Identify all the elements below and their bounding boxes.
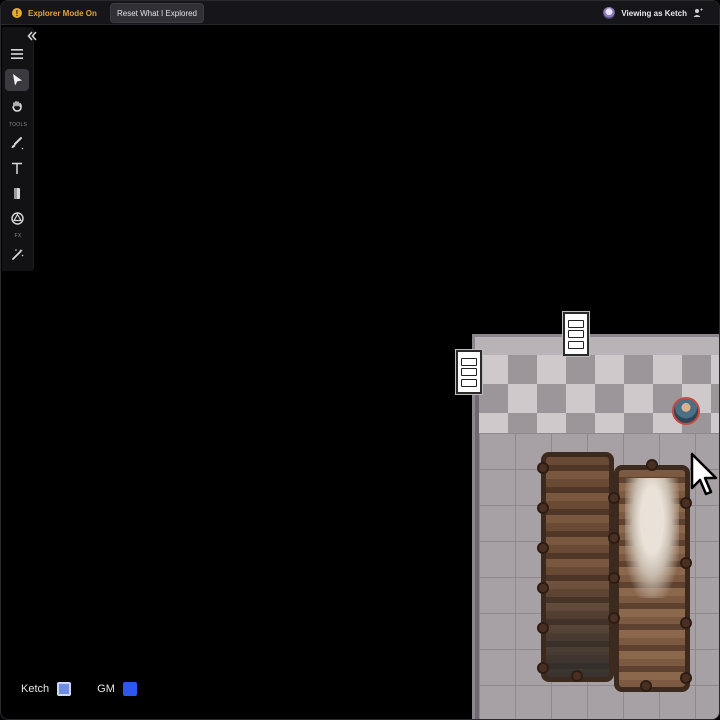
rope-post — [608, 612, 620, 624]
rope-post — [646, 459, 658, 471]
collapse-toolbar-icon[interactable] — [27, 31, 37, 41]
menu-icon — [11, 49, 23, 59]
pan-hand-icon — [12, 101, 22, 112]
legend-label-gm: GM — [97, 683, 115, 695]
explorer-mode-indicator: ! Explorer Mode On — [12, 7, 97, 19]
fx-tool-button[interactable] — [5, 243, 29, 265]
switch-user-icon[interactable] — [693, 8, 703, 18]
rope-post — [537, 622, 549, 634]
reset-explored-button[interactable]: Reset What I Explored — [110, 3, 204, 23]
fog-tool-button[interactable] — [5, 182, 29, 204]
door-marker[interactable] — [455, 349, 483, 395]
magic-wand-icon — [11, 248, 23, 260]
rope-post — [680, 617, 692, 629]
player-token[interactable] — [672, 397, 700, 425]
battle-map[interactable] — [472, 334, 719, 719]
player-legend: Ketch GM — [21, 681, 137, 697]
wooden-boat-right — [614, 465, 690, 692]
tools-section-label: TOOLS — [8, 122, 28, 128]
app-frame: ! Explorer Mode On Reset What I Explored… — [0, 0, 720, 720]
select-arrow-icon — [13, 74, 22, 86]
pan-tool-button[interactable] — [5, 95, 29, 117]
rope-post — [680, 557, 692, 569]
player-avatar-icon — [603, 7, 616, 19]
map-wall — [475, 337, 719, 357]
rope-post — [680, 672, 692, 684]
door-marker[interactable] — [562, 311, 590, 357]
rope-post — [537, 542, 549, 554]
fog-eraser-icon — [14, 187, 20, 199]
viewing-as-label: Viewing as Ketch — [621, 8, 687, 18]
rope-post — [537, 662, 549, 674]
wooden-boat-left — [541, 452, 614, 682]
rope-post — [571, 670, 583, 682]
top-bar: ! Explorer Mode On Reset What I Explored… — [1, 1, 719, 25]
rope-post — [680, 497, 692, 509]
dice-tool-button[interactable] — [5, 207, 29, 229]
explorer-mode-label: Explorer Mode On — [28, 8, 97, 18]
rope-post — [608, 492, 620, 504]
select-tool-button[interactable] — [5, 69, 29, 91]
viewing-as-indicator[interactable]: Viewing as Ketch — [603, 6, 703, 20]
legend-swatch-gm — [122, 682, 137, 696]
rope-post — [608, 572, 620, 584]
rope-post — [537, 582, 549, 594]
rope-post — [608, 532, 620, 544]
brush-tool-button[interactable] — [5, 132, 29, 154]
dice-icon — [10, 211, 24, 225]
text-tool-button[interactable] — [5, 157, 29, 179]
fx-section-label: FX — [14, 233, 22, 239]
menu-button[interactable] — [5, 43, 29, 65]
text-icon — [12, 162, 22, 174]
rope-post — [537, 502, 549, 514]
rope-post — [537, 462, 549, 474]
brush-icon — [11, 137, 24, 150]
legend-swatch-ketch — [57, 682, 72, 696]
mouse-cursor-icon — [690, 452, 718, 496]
rope-post — [640, 680, 652, 692]
left-toolbar: TOOLS FX — [2, 27, 34, 271]
warning-icon: ! — [12, 8, 22, 18]
legend-label-ketch: Ketch — [21, 683, 50, 695]
